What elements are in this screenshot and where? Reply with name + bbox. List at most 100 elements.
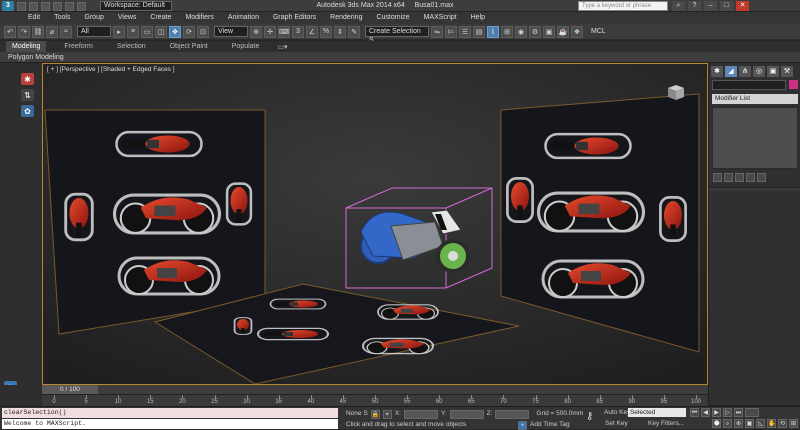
orbit-icon[interactable]: ⟲ [778,419,787,428]
menu-help[interactable]: Help [471,12,485,24]
render-production-icon[interactable]: ☕ [557,25,569,38]
save-file-icon[interactable] [41,1,50,11]
menu-customize[interactable]: Customize [376,12,409,24]
z-coordinate-field[interactable] [495,409,530,419]
utilities-tab-icon[interactable]: ⚒ [781,65,793,77]
viewcube-icon[interactable] [665,82,687,102]
pivot-point-icon[interactable]: ⊕ [250,25,262,38]
menu-create[interactable]: Create [150,12,171,24]
absolute-mode-icon[interactable]: ⌖ [382,409,392,419]
key-mode-icon[interactable]: ⚷ [586,411,600,425]
window-crossing-icon[interactable]: ◫ [155,25,167,38]
select-and-scale-icon[interactable]: ⊡ [197,25,209,38]
modifier-stack[interactable] [712,107,798,169]
render-iterative-icon[interactable]: ❖ [571,25,583,38]
menu-rendering[interactable]: Rendering [330,12,362,24]
selected-dropdown[interactable]: Selected [628,408,686,417]
remove-modifier-icon[interactable] [746,173,755,182]
lock-selection-icon[interactable]: 🔒 [370,409,380,419]
menu-animation[interactable]: Animation [228,12,259,24]
rectangular-selection-icon[interactable]: ▭ [141,25,153,38]
menu-modifiers[interactable]: Modifiers [185,12,213,24]
angle-snap-icon[interactable]: ∠ [306,25,318,38]
play-icon[interactable]: ▶ [712,408,721,417]
render-setup-icon[interactable]: ⚙ [529,25,541,38]
redo-icon[interactable] [65,1,74,11]
select-and-link-icon[interactable]: ⛓ [32,25,44,38]
key-filters-button[interactable]: Key Filters... [648,419,684,429]
set-key-label[interactable]: Set Key [605,419,628,429]
x-coordinate-field[interactable] [403,409,438,419]
zoom-extents-icon[interactable]: ▣ [745,419,754,428]
workspace-dropdown[interactable]: Workspace: Default [100,1,172,11]
configure-modifier-sets-icon[interactable] [757,173,766,182]
auto-key-label[interactable]: Auto Key [604,408,630,418]
menu-tools[interactable]: Tools [54,12,70,24]
previous-frame-icon[interactable]: ◀ [701,408,710,417]
selection-filter-dropdown[interactable]: All [77,26,111,37]
maximize-viewport-icon[interactable]: ⊞ [789,419,798,428]
mirror-icon[interactable]: ⇋ [431,25,443,38]
display-filter-icon[interactable]: ✿ [21,105,34,117]
select-and-move-icon[interactable]: ✥ [169,25,181,38]
minimize-button[interactable]: – [704,1,717,11]
select-by-name-icon[interactable]: ≡ [127,25,139,38]
infocenter-search-input[interactable]: Type a keyword or phrase [578,1,668,11]
select-object-icon[interactable]: ▸ [113,25,125,38]
menu-views[interactable]: Views [118,12,137,24]
rendered-frame-window-icon[interactable]: ▣ [543,25,555,38]
zoom-icon[interactable]: ⌕ [723,419,732,428]
redo-icon[interactable]: ↷ [18,25,30,38]
select-and-rotate-icon[interactable]: ⟳ [183,25,195,38]
create-tab-icon[interactable]: ✱ [711,65,723,77]
object-name-field[interactable] [712,80,786,90]
maximize-button[interactable]: □ [720,1,733,11]
zoom-all-icon[interactable]: ⊕ [734,419,743,428]
pin-stack-icon[interactable] [713,173,722,182]
polygon-modeling-label[interactable]: Polygon Modeling [8,53,64,62]
unlink-icon[interactable]: ⌀ [46,25,58,38]
show-end-result-icon[interactable] [724,173,733,182]
maxscript-listener-input[interactable]: Welcome to MAXScript. [2,419,338,429]
sort-icon[interactable]: ⇅ [21,89,34,101]
frame-field[interactable] [745,408,759,417]
modifier-list-dropdown[interactable]: Modifier List [712,94,798,104]
menu-group[interactable]: Group [84,12,103,24]
menu-graph-editors[interactable]: Graph Editors [273,12,316,24]
ribbon-tab-freeform[interactable]: Freeform [58,41,98,52]
track-bar[interactable]: 0 5 10 15 20 25 30 35 40 45 50 55 60 65 70 75 80 85 90 95 10… [42,394,708,406]
add-time-tag-icon[interactable]: + [518,420,527,430]
select-manipulate-icon[interactable]: ✢ [264,25,276,38]
go-to-start-icon[interactable]: ⏮ [690,408,699,417]
schematic-view-icon[interactable]: ⊞ [501,25,513,38]
go-to-end-icon[interactable]: ⏭ [734,408,743,417]
edit-named-selection-icon[interactable]: ✎ [348,25,360,38]
ribbon-tab-selection[interactable]: Selection [111,41,152,52]
hierarchy-tab-icon[interactable]: ⋔ [739,65,751,77]
perspective-viewport[interactable]: [ + ] [Perspective ] [Shaded + Edged Fac… [42,63,708,385]
ribbon-options-icon[interactable]: ▭▾ [277,43,287,51]
help-icon[interactable]: ? [688,1,701,11]
app-logo-icon[interactable]: 3 [2,1,14,11]
named-selection-dropdown[interactable]: Create Selection S [365,26,429,44]
search-icon[interactable]: ⌕ [672,1,685,11]
undo-icon[interactable] [53,1,62,11]
scene-explorer-icon[interactable]: ✱ [21,73,34,85]
bind-space-warp-icon[interactable]: ≈ [60,25,72,38]
pan-icon[interactable]: ✋ [767,419,776,428]
snaps-toggle-icon[interactable]: 3 [292,25,304,38]
motion-tab-icon[interactable]: ◎ [753,65,765,77]
object-color-swatch[interactable] [789,80,798,89]
time-slider[interactable]: 0 / 100 [42,385,708,394]
time-config-icon[interactable]: ⌚ [712,419,721,428]
keyboard-shortcut-toggle-icon[interactable]: ⌨ [278,25,290,38]
project-folder-icon[interactable] [77,1,86,11]
viewport-label[interactable]: [ + ] [Perspective ] [Shaded + Edged Fac… [47,66,175,73]
new-file-icon[interactable] [17,1,26,11]
graphite-ribbon-icon[interactable]: ▤ [473,25,485,38]
open-file-icon[interactable] [29,1,38,11]
mcl-label[interactable]: MCL [591,28,606,35]
spinner-snap-icon[interactable]: ⇕ [334,25,346,38]
close-button[interactable]: ✕ [736,1,749,11]
align-icon[interactable]: ⊨ [445,25,457,38]
